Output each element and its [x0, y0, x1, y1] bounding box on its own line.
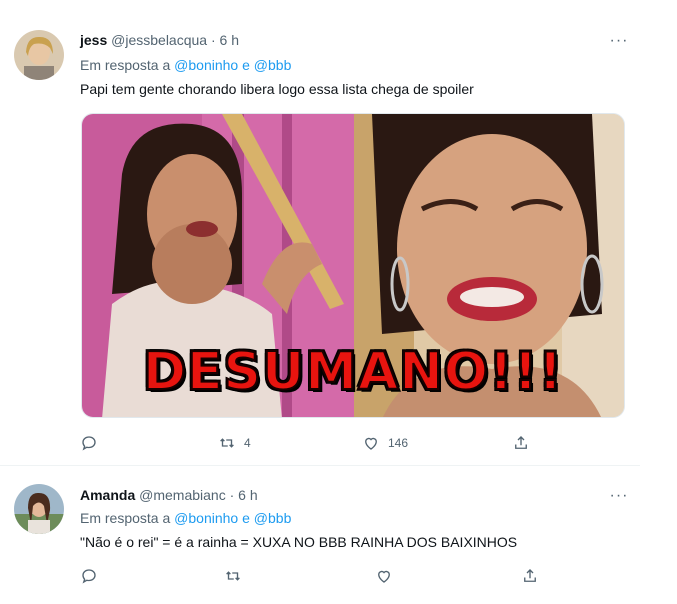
user-handle[interactable]: @memabianc	[139, 487, 226, 503]
tweet-actions: 4 146	[80, 432, 540, 454]
tweet-amanda[interactable]: Amanda @memabianc · 6 h ··· Em resposta …	[0, 466, 640, 604]
tweet-actions	[80, 565, 540, 587]
like-button[interactable]: 146	[362, 432, 408, 454]
separator-dot: ·	[229, 487, 235, 503]
user-handle[interactable]: @jessbelacqua	[111, 32, 207, 48]
share-button[interactable]	[512, 432, 530, 454]
separator-dot: ·	[210, 32, 216, 48]
more-icon[interactable]: ···	[606, 486, 632, 506]
mention-link[interactable]: @boninho	[174, 510, 238, 526]
like-icon	[365, 437, 377, 450]
tweet-media[interactable]: DESUMANO!!!	[81, 113, 625, 418]
reply-context: Em resposta a @boninho e @bbb	[80, 510, 291, 526]
reply-conjunction: e	[242, 510, 250, 526]
like-icon	[378, 570, 390, 583]
retweet-button[interactable]: 4	[218, 432, 251, 454]
reply-button[interactable]	[80, 565, 106, 587]
more-icon[interactable]: ···	[606, 31, 632, 51]
reply-icon	[82, 436, 96, 451]
retweet-icon	[220, 438, 234, 448]
share-icon	[515, 436, 527, 449]
tweet-timestamp[interactable]: 6 h	[238, 487, 257, 503]
tweet-timestamp[interactable]: 6 h	[220, 32, 239, 48]
meme-caption: DESUMANO!!!	[142, 341, 564, 403]
reply-prefix: Em resposta a	[80, 57, 171, 73]
retweet-icon	[226, 571, 240, 581]
reply-conjunction: e	[242, 57, 250, 73]
mention-link[interactable]: @bbb	[254, 510, 292, 526]
reply-button[interactable]	[80, 432, 106, 454]
like-button[interactable]	[375, 565, 401, 587]
share-icon	[524, 569, 536, 582]
tweet-text: "Não é o rei" = é a rainha = XUXA NO BBB…	[80, 534, 518, 550]
mention-link[interactable]: @bbb	[254, 57, 292, 73]
like-count: 146	[388, 436, 409, 450]
mention-link[interactable]: @boninho	[174, 57, 238, 73]
display-name[interactable]: jess	[80, 32, 107, 48]
display-name[interactable]: Amanda	[80, 487, 135, 503]
retweet-count: 4	[244, 436, 251, 450]
tweet-header: jess @jessbelacqua · 6 h	[80, 32, 239, 48]
share-button[interactable]	[521, 565, 539, 587]
avatar[interactable]	[14, 484, 64, 534]
avatar[interactable]	[14, 30, 64, 80]
tweet-header: Amanda @memabianc · 6 h	[80, 487, 258, 503]
reply-context: Em resposta a @boninho e @bbb	[80, 57, 291, 73]
tweet-text: Papi tem gente chorando libera logo essa…	[80, 81, 474, 97]
retweet-button[interactable]	[224, 565, 250, 587]
tweet-jess[interactable]: jess @jessbelacqua · 6 h ··· Em resposta…	[0, 0, 640, 466]
reply-prefix: Em resposta a	[80, 510, 171, 526]
reply-icon	[82, 569, 96, 584]
